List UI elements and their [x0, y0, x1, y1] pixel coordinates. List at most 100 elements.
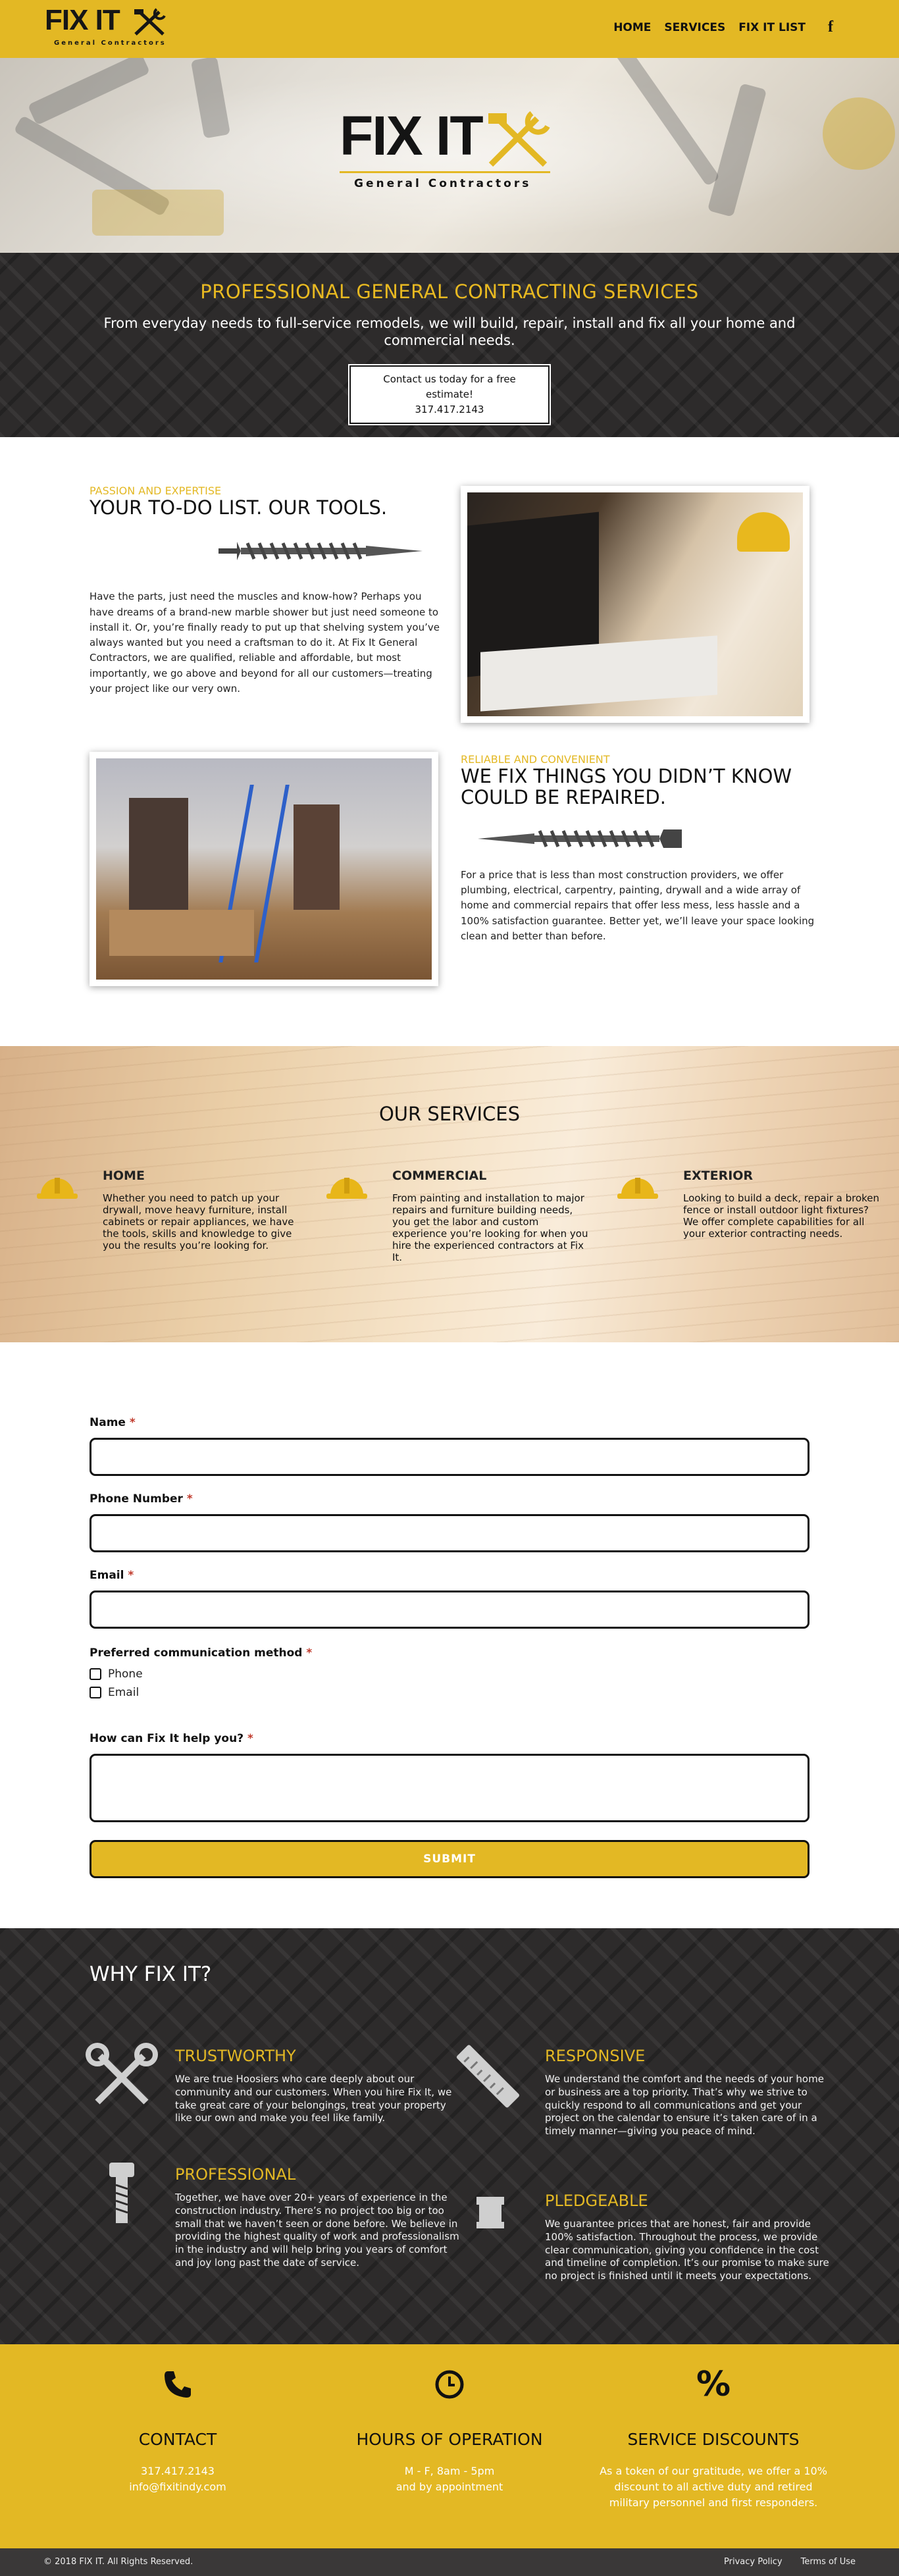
logo-underline — [340, 171, 550, 173]
about1-kicker: PASSION AND EXPERTISE — [90, 485, 222, 497]
wrench-hammer-icon — [134, 8, 166, 36]
about2-body: For a price that is less than most const… — [461, 868, 815, 942]
hard-hat-icon — [37, 1178, 78, 1199]
screw-icon — [478, 829, 682, 848]
hours-line-2: and by appointment — [396, 2481, 503, 2493]
why-section: WHY FIX IT? TRUSTWORTHY We are true Hoos… — [0, 1928, 899, 2344]
wrench-hammer-icon — [488, 111, 550, 167]
why-responsive: RESPONSIVE We understand the comfort and… — [545, 2047, 835, 2138]
discount-title: SERVICE DISCOUNTS — [627, 2430, 800, 2449]
email-label: Email * — [90, 1569, 134, 1582]
service-exterior: EXTERIOR Looking to build a deck, repair… — [617, 1169, 881, 1240]
name-input[interactable] — [90, 1438, 809, 1476]
nav-services[interactable]: SERVICES — [664, 21, 725, 34]
contact-title: CONTACT — [138, 2430, 217, 2449]
service-commercial: COMMERCIAL From painting and installatio… — [326, 1169, 590, 1263]
remodel-photo — [90, 752, 438, 986]
header-logo[interactable]: FIX IT General Contractors — [45, 4, 170, 51]
service-text: Whether you need to patch up your drywal… — [103, 1192, 294, 1251]
method-row: Preferred communication method * Phone E… — [90, 1646, 809, 1699]
why-item-title: PLEDGEABLE — [545, 2192, 648, 2210]
about-block-1: PASSION AND EXPERTISE YOUR TO-DO LIST. O… — [90, 485, 445, 697]
about2-heading: WE FIX THINGS YOU DIDN’T KNOW COULD BE R… — [461, 765, 792, 809]
clock-icon — [435, 2370, 464, 2399]
contact-phone-link[interactable]: 317.417.2143 — [141, 2465, 215, 2477]
services-heading: OUR SERVICES — [378, 1103, 521, 1125]
services-section: OUR SERVICES HOME Whether you need to pa… — [0, 1046, 899, 1342]
hard-hat-icon — [617, 1178, 658, 1199]
logo-text: FIX IT — [45, 4, 120, 36]
why-item-title: TRUSTWORTHY — [175, 2047, 296, 2065]
about-block-2: RELIABLE AND CONVENIENT WE FIX THINGS YO… — [461, 753, 816, 944]
about1-body: Have the parts, just need the muscles an… — [90, 591, 440, 695]
contact-column: CONTACT 317.417.2143 info@fixitindy.com — [59, 2363, 296, 2495]
email-input[interactable] — [90, 1590, 809, 1629]
phone-checkbox[interactable]: Phone — [90, 1668, 809, 1681]
why-professional: PROFESSIONAL Together, we have over 20+ … — [175, 2165, 465, 2270]
banner-text: From everyday needs to full-service remo… — [103, 315, 796, 349]
submit-row: SUBMIT — [90, 1840, 809, 1878]
name-row: Name * — [90, 1416, 809, 1476]
percent-icon: % — [696, 2365, 731, 2404]
about2-kicker: RELIABLE AND CONVENIENT — [461, 753, 610, 766]
facebook-icon[interactable]: f — [828, 18, 833, 36]
bolt-icon — [109, 2163, 134, 2223]
hours-title: HOURS OF OPERATION — [356, 2430, 543, 2449]
why-item-title: PROFESSIONAL — [175, 2165, 296, 2184]
nav-home[interactable]: HOME — [613, 21, 651, 34]
privacy-policy-link[interactable]: Privacy Policy — [724, 2557, 783, 2567]
hours-line-1: M - F, 8am - 5pm — [404, 2465, 495, 2477]
name-label: Name * — [90, 1416, 136, 1429]
hero-image: FIX IT General Contractors — [0, 58, 899, 253]
phone-icon — [165, 2371, 191, 2398]
service-title: COMMERCIAL — [392, 1169, 487, 1183]
why-item-text: We are true Hoosiers who care deeply abo… — [175, 2073, 452, 2124]
submit-button[interactable]: SUBMIT — [90, 1840, 809, 1878]
hero-tagline: General Contractors — [354, 177, 532, 190]
discount-column: % SERVICE DISCOUNTS As a token of our gr… — [595, 2363, 832, 2511]
site-footer: © 2018 FIX IT. All Rights Reserved. Priv… — [0, 2548, 899, 2576]
service-title: EXTERIOR — [683, 1169, 754, 1183]
why-trustworthy: TRUSTWORTHY We are true Hoosiers who car… — [175, 2047, 465, 2125]
cta-phone: 317.417.2143 — [415, 404, 484, 415]
free-estimate-button[interactable]: Contact us today for a free estimate! 31… — [349, 365, 550, 425]
service-text: From painting and installation to major … — [392, 1192, 588, 1263]
main-nav: HOME SERVICES FIX IT LIST f — [613, 18, 833, 36]
service-text: Looking to build a deck, repair a broken… — [683, 1192, 880, 1240]
about1-heading: YOUR TO-DO LIST. OUR TOOLS. — [90, 496, 388, 519]
hard-hat-icon — [326, 1178, 367, 1199]
why-pledgeable: PLEDGEABLE We guarantee prices that are … — [545, 2192, 835, 2283]
help-label: How can Fix It help you? * — [90, 1732, 253, 1745]
service-title: HOME — [103, 1169, 145, 1183]
hours-column: HOURS OF OPERATION M - F, 8am - 5pm and … — [331, 2363, 568, 2495]
why-item-title: RESPONSIVE — [545, 2047, 646, 2065]
site-header: FIX IT General Contractors HOME SERVICES… — [0, 0, 899, 58]
laptop-photo — [461, 486, 809, 723]
nav-fix-it-list[interactable]: FIX IT LIST — [738, 21, 806, 34]
intro-banner: PROFESSIONAL GENERAL CONTRACTING SERVICE… — [0, 253, 899, 437]
email-row: Email * — [90, 1569, 809, 1629]
level-ruler-icon — [456, 2045, 520, 2108]
service-home: HOME Whether you need to patch up your d… — [37, 1169, 300, 1251]
about-section: PASSION AND EXPERTISE YOUR TO-DO LIST. O… — [0, 437, 899, 1046]
contact-form: Name * Phone Number * Email * Preferred … — [0, 1342, 899, 1928]
help-textarea[interactable] — [90, 1754, 809, 1822]
cta-line-1: Contact us today for a free estimate! — [383, 373, 516, 400]
discount-text: As a token of our gratitude, we offer a … — [600, 2465, 827, 2509]
copyright: © 2018 FIX IT. All Rights Reserved. — [43, 2557, 193, 2567]
banner-heading: PROFESSIONAL GENERAL CONTRACTING SERVICE… — [200, 280, 699, 303]
terms-of-use-link[interactable]: Terms of Use — [801, 2557, 856, 2567]
crossed-wrenches-icon — [86, 2043, 158, 2105]
help-row: How can Fix It help you? * — [90, 1732, 809, 1822]
phone-label: Phone Number * — [90, 1492, 193, 1506]
method-label: Preferred communication method * — [90, 1646, 313, 1660]
email-checkbox[interactable]: Email — [90, 1686, 809, 1699]
phone-input[interactable] — [90, 1514, 809, 1552]
logo-tagline: General Contractors — [54, 39, 167, 47]
nut-icon — [476, 2197, 504, 2228]
contact-email-link[interactable]: info@fixitindy.com — [129, 2481, 226, 2493]
screw-icon — [218, 542, 423, 561]
why-item-text: Together, we have over 20+ years of expe… — [175, 2192, 459, 2269]
hero-logo: FIX IT General Contractors — [340, 108, 563, 200]
hero-logo-text: FIX IT — [340, 105, 484, 167]
